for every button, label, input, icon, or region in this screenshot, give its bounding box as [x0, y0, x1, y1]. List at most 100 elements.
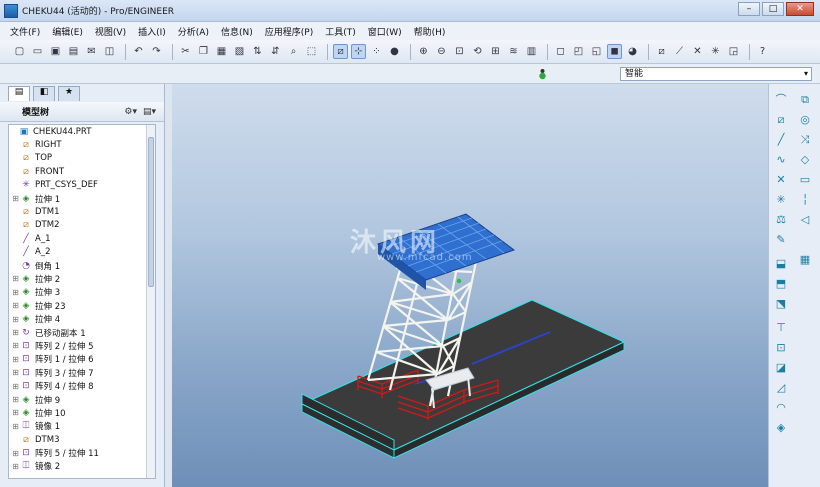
- tree-item[interactable]: ⊞ ◈ 拉伸 2: [9, 272, 155, 285]
- sweep-icon[interactable]: ⤨: [797, 132, 813, 148]
- menu-edit[interactable]: 编辑(E): [46, 25, 89, 38]
- sketch-icon[interactable]: ⌒: [773, 92, 789, 108]
- scrollbar-thumb[interactable]: [148, 137, 154, 287]
- axis-tool-icon[interactable]: ⟋: [672, 44, 687, 59]
- zoom-out-icon[interactable]: ⊖: [434, 44, 449, 59]
- tree-item[interactable]: ⧄ DTM3: [9, 433, 155, 446]
- tree-item[interactable]: ⊞ ◈ 拉伸 9: [9, 393, 155, 406]
- tree-item[interactable]: ⊞ ◈ 拉伸 3: [9, 286, 155, 299]
- tree-item[interactable]: ⊞ ◈ 拉伸 1: [9, 192, 155, 205]
- tree-item[interactable]: ╱ A_2: [9, 246, 155, 259]
- tree-item[interactable]: ✳ PRT_CSYS_DEF: [9, 179, 155, 192]
- tree-item[interactable]: ⧄ FRONT: [9, 165, 155, 178]
- tree-item[interactable]: ◔ 倒角 1: [9, 259, 155, 272]
- merge-icon[interactable]: ◪: [773, 360, 789, 376]
- expand-toggle-icon[interactable]: ⊞: [11, 462, 20, 471]
- plane-tool-icon[interactable]: ⧄: [654, 44, 669, 59]
- reorient-icon[interactable]: ⟲: [470, 44, 485, 59]
- expand-toggle-icon[interactable]: ⊞: [11, 315, 20, 324]
- datum-point-icon[interactable]: ✕: [773, 172, 789, 188]
- tab-folder-browser[interactable]: ◧: [33, 86, 55, 101]
- rib-icon[interactable]: ╎: [797, 192, 813, 208]
- tree-item[interactable]: ⧄ TOP: [9, 152, 155, 165]
- graphics-viewport[interactable]: 沐风网 www.mfcad.com: [172, 84, 768, 487]
- copy-icon[interactable]: ❐: [196, 44, 211, 59]
- shell-icon[interactable]: ▭: [797, 172, 813, 188]
- csys-tool-icon[interactable]: ✳: [708, 44, 723, 59]
- analysis-icon[interactable]: ◲: [726, 44, 741, 59]
- menu-tools[interactable]: 工具(T): [319, 25, 362, 38]
- expand-toggle-icon[interactable]: ⊞: [11, 408, 20, 417]
- hole-icon[interactable]: ⧉: [797, 92, 813, 108]
- save-icon[interactable]: ▣: [48, 44, 63, 59]
- expand-toggle-icon[interactable]: ⊞: [11, 382, 20, 391]
- menu-file[interactable]: 文件(F): [4, 25, 46, 38]
- undo-icon[interactable]: ↶: [131, 44, 146, 59]
- shading-sphere-icon[interactable]: ●: [387, 44, 402, 59]
- enhanced-realism-icon[interactable]: ◕: [625, 44, 640, 59]
- tab-model-tree[interactable]: ▤: [8, 86, 30, 101]
- draft-icon[interactable]: ◁: [797, 212, 813, 228]
- revolve-tool-icon[interactable]: ⬒: [773, 276, 789, 292]
- tree-item[interactable]: ▣ CHEKU44.PRT: [9, 125, 155, 138]
- regenerate-icon[interactable]: ⇅: [250, 44, 265, 59]
- expand-toggle-icon[interactable]: ⊞: [11, 368, 20, 377]
- tree-item[interactable]: ⊞ ◈ 拉伸 23: [9, 299, 155, 312]
- tree-item[interactable]: ⊞ ◈ 拉伸 4: [9, 312, 155, 325]
- email-icon[interactable]: ✉: [84, 44, 99, 59]
- tree-settings-icon[interactable]: ⚙▾: [124, 107, 137, 117]
- tree-item[interactable]: ⊞ ⎅ 镜像 2: [9, 460, 155, 473]
- open-folder-icon[interactable]: ▭: [30, 44, 45, 59]
- datum-plane-display-icon[interactable]: ⧄: [333, 44, 348, 59]
- thicken-icon[interactable]: ◈: [773, 420, 789, 436]
- expand-toggle-icon[interactable]: ⊞: [11, 422, 20, 431]
- datum-curve-icon[interactable]: ∿: [773, 152, 789, 168]
- trim-icon[interactable]: ◿: [773, 380, 789, 396]
- mirror-icon[interactable]: ⊤: [773, 320, 789, 336]
- shading-icon[interactable]: ◼: [607, 44, 622, 59]
- blend-icon[interactable]: ◇: [797, 152, 813, 168]
- close-button[interactable]: ✕: [786, 2, 814, 16]
- print-preview-icon[interactable]: ◫: [102, 44, 117, 59]
- insert-shared-icon[interactable]: ✎: [773, 232, 789, 248]
- tree-item[interactable]: ⊞ ⎅ 镜像 1: [9, 420, 155, 433]
- datum-axis-display-icon[interactable]: ⊹: [351, 44, 366, 59]
- expand-toggle-icon[interactable]: ⊞: [11, 341, 20, 350]
- expand-toggle-icon[interactable]: ⊞: [11, 449, 20, 458]
- wireframe-icon[interactable]: ◻: [553, 44, 568, 59]
- tab-favorites[interactable]: ★: [58, 86, 80, 101]
- csys-icon[interactable]: ✳: [773, 192, 789, 208]
- paste-icon[interactable]: ▦: [214, 44, 229, 59]
- point-tool-icon[interactable]: ✕: [690, 44, 705, 59]
- cut-icon[interactable]: ✂: [178, 44, 193, 59]
- expand-toggle-icon[interactable]: ⊞: [11, 328, 20, 337]
- regen-manager-icon[interactable]: ⇵: [268, 44, 283, 59]
- menu-insert[interactable]: 插入(I): [132, 25, 172, 38]
- print-icon[interactable]: ▤: [66, 44, 81, 59]
- tree-item[interactable]: ⊞ ◈ 拉伸 10: [9, 406, 155, 419]
- expand-toggle-icon[interactable]: ⊞: [11, 288, 20, 297]
- selection-filter-dropdown[interactable]: 智能 ▾: [620, 67, 812, 81]
- layers-icon[interactable]: ≋: [506, 44, 521, 59]
- select-box-icon[interactable]: ⬚: [304, 44, 319, 59]
- tree-item[interactable]: ╱ A_1: [9, 232, 155, 245]
- zoom-in-icon[interactable]: ⊕: [416, 44, 431, 59]
- variable-sweep-icon[interactable]: ⬔: [773, 296, 789, 312]
- hidden-line-icon[interactable]: ◰: [571, 44, 586, 59]
- tree-item[interactable]: ⊞ ⊡ 阵列 2 / 拉伸 5: [9, 339, 155, 352]
- find-icon[interactable]: ⌕: [286, 44, 301, 59]
- datum-axis-icon[interactable]: ╱: [773, 132, 789, 148]
- tree-item[interactable]: ⧄ RIGHT: [9, 138, 155, 151]
- datum-point-display-icon[interactable]: ⁘: [369, 44, 384, 59]
- tree-item[interactable]: ⧄ DTM2: [9, 219, 155, 232]
- pattern-icon[interactable]: ⊡: [773, 340, 789, 356]
- tree-columns-icon[interactable]: ▤▾: [143, 107, 156, 117]
- expand-toggle-icon[interactable]: ⊞: [11, 274, 20, 283]
- tree-item[interactable]: ⊞ ⊡ 阵列 5 / 拉伸 11: [9, 446, 155, 459]
- menu-analysis[interactable]: 分析(A): [172, 25, 215, 38]
- menu-info[interactable]: 信息(N): [215, 25, 259, 38]
- minimize-button[interactable]: –: [738, 2, 760, 16]
- menu-window[interactable]: 窗口(W): [362, 25, 408, 38]
- expand-toggle-icon[interactable]: ⊞: [11, 355, 20, 364]
- expand-toggle-icon[interactable]: ⊞: [11, 194, 20, 203]
